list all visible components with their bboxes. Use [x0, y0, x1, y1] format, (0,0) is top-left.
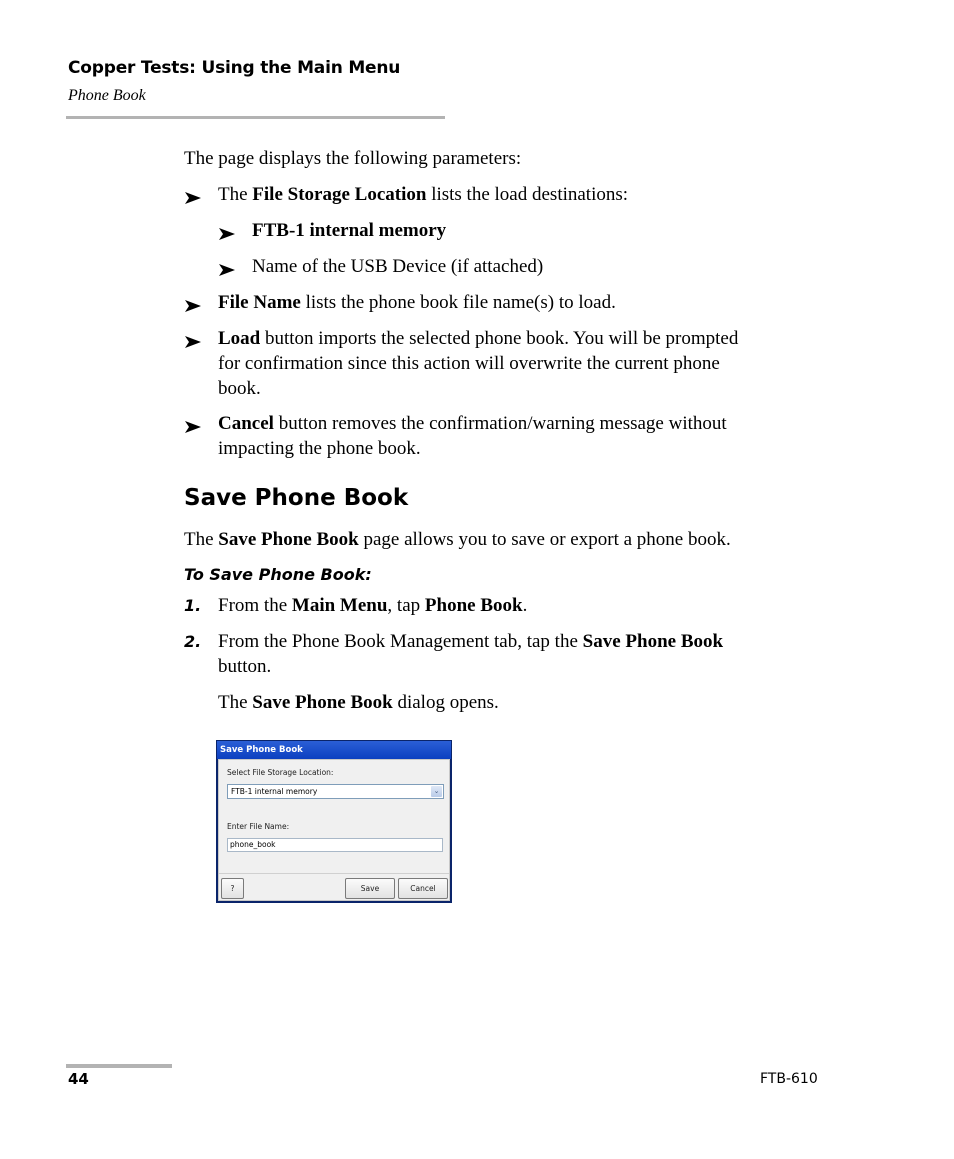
text: The — [218, 184, 253, 205]
page-number: 44 — [68, 1070, 89, 1088]
procedure-title: To Save Phone Book: — [184, 565, 372, 584]
term: FTB-1 internal memory — [252, 220, 447, 241]
arrow-bullet-icon — [218, 263, 236, 277]
text: dialog opens. — [392, 692, 499, 713]
text: The — [184, 529, 219, 550]
text: impacting the phone book. — [218, 438, 421, 459]
save-button[interactable]: Save — [345, 878, 395, 899]
text: button removes the confirmation/warning … — [273, 413, 727, 434]
storage-location-label: Select File Storage Location: — [227, 768, 334, 777]
arrow-bullet-icon — [184, 420, 202, 434]
text: . — [522, 595, 528, 616]
step-number: 1. — [184, 596, 202, 615]
step-2: From the Phone Book Management tab, tap … — [218, 629, 723, 679]
section-description: The Save Phone Book page allows you to s… — [184, 527, 731, 552]
storage-location-select[interactable]: FTB-1 internal memory ⌄ — [227, 784, 444, 799]
term: Save Phone Book — [252, 692, 393, 713]
param-load: Load button imports the selected phone b… — [218, 326, 738, 401]
term: Load — [218, 328, 261, 349]
term: Phone Book — [424, 595, 523, 616]
term: Cancel — [218, 413, 274, 434]
text: book. — [218, 378, 261, 399]
text: , tap — [387, 595, 425, 616]
file-name-label: Enter File Name: — [227, 822, 290, 831]
footer-rule — [66, 1064, 172, 1068]
dialog-title: Save Phone Book — [217, 741, 451, 759]
selected-value: FTB-1 internal memory — [231, 787, 318, 796]
term: Save Phone Book — [582, 631, 724, 652]
cancel-button[interactable]: Cancel — [398, 878, 448, 899]
step-1: From the Main Menu, tap Phone Book. — [218, 593, 527, 618]
chapter-title: Copper Tests: Using the Main Menu — [68, 58, 401, 78]
arrow-bullet-icon — [184, 191, 202, 205]
term: Main Menu — [291, 595, 388, 616]
text: lists the load destinations: — [426, 184, 629, 205]
text: for confirmation since this action will … — [218, 353, 720, 374]
button-separator — [219, 873, 449, 874]
section-subtitle: Phone Book — [68, 87, 146, 104]
intro-text: The page displays the following paramete… — [184, 148, 522, 169]
header-rule — [66, 116, 445, 119]
file-name-input[interactable]: phone_book — [227, 838, 443, 852]
text: page allows you to save or export a phon… — [358, 529, 731, 550]
arrow-bullet-icon — [184, 299, 202, 313]
text: button imports the selected phone book. … — [260, 328, 739, 349]
chevron-down-icon[interactable]: ⌄ — [431, 786, 442, 797]
text: The — [218, 692, 253, 713]
step-number: 2. — [184, 632, 202, 651]
text: From the Phone Book Management tab, tap … — [218, 631, 583, 652]
param-storage-location: The File Storage Location lists the load… — [218, 182, 628, 207]
arrow-bullet-icon — [184, 335, 202, 349]
param-cancel: Cancel button removes the confirmation/w… — [218, 411, 727, 461]
text: button. — [218, 656, 272, 677]
step-result: The Save Phone Book dialog opens. — [218, 690, 499, 715]
term: File Storage Location — [252, 184, 427, 205]
param-internal-memory: FTB-1 internal memory — [252, 218, 446, 243]
section-heading: Save Phone Book — [184, 485, 409, 511]
save-phone-book-dialog: Save Phone Book Select File Storage Loca… — [216, 740, 452, 903]
text: lists the phone book file name(s) to loa… — [300, 292, 616, 313]
dialog-body: Select File Storage Location: FTB-1 inte… — [218, 759, 450, 901]
text: From the — [218, 595, 292, 616]
product-model: FTB-610 — [760, 1071, 818, 1087]
term: File Name — [218, 292, 301, 313]
help-button[interactable]: ? — [221, 878, 244, 899]
param-file-name: File Name lists the phone book file name… — [218, 290, 616, 315]
term: Save Phone Book — [218, 529, 359, 550]
param-usb-device: Name of the USB Device (if attached) — [252, 256, 544, 277]
arrow-bullet-icon — [218, 227, 236, 241]
